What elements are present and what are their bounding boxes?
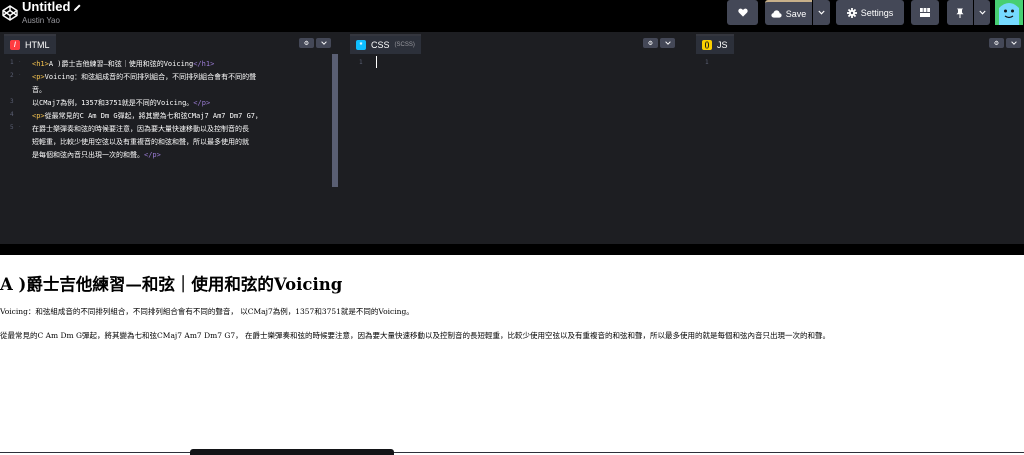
layout-icon	[920, 8, 930, 17]
js-editor-panel: () JS ⚙ 1	[694, 32, 1024, 244]
html-tab-bar: / HTML ⚙	[0, 32, 340, 54]
code-line: <p>從最常見的C Am Dm G彈起，將其變為七和弦CMaj7 Am7 Dm7…	[32, 112, 263, 120]
preview-heading: A )爵士吉他練習—和弦｜使用和弦的Voicing	[0, 275, 343, 294]
chevron-down-icon	[320, 41, 327, 45]
code-line: 短輕重，比較少使用空弦以及有重複音的和弦和聲，所以最多使用的就	[32, 138, 249, 146]
code-line: <h1>A )爵士吉他練習—和弦｜使用和弦的Voicing</h1>	[32, 60, 215, 68]
pen-title-text[interactable]: Untitled	[22, 0, 70, 14]
save-label: Save	[785, 8, 807, 19]
code-line: 是每個和弦內音只出現一次的和聲。</p>	[32, 151, 161, 159]
change-view-button[interactable]	[911, 0, 939, 25]
cloud-icon	[771, 9, 782, 18]
code-line: <p>Voicing：和弦組成音的不同排列組合，不同排列組合會有不同的聲	[32, 73, 257, 81]
html-lang-icon: /	[10, 40, 20, 50]
html-gutter: 1 · 2 · 3 4 5 ·	[0, 54, 28, 244]
css-settings-icon[interactable]: ⚙	[643, 38, 658, 48]
pen-title[interactable]: Untitled	[22, 0, 82, 14]
footer-divider	[0, 452, 1024, 453]
editor-area: / HTML ⚙ 1 · 2 · 3 4 5 · <h1>A )爵士吉他練習—和…	[0, 32, 1024, 244]
line-number: 3	[10, 98, 14, 105]
html-code: <h1>A )爵士吉他練習—和弦｜使用和弦的Voicing</h1> <p>Vo…	[32, 58, 328, 162]
chevron-down-icon	[664, 41, 671, 45]
html-code-editor[interactable]: 1 · 2 · 3 4 5 · <h1>A )爵士吉他練習—和弦｜使用和弦的Vo…	[0, 54, 340, 244]
fold-dot: ·	[19, 72, 21, 78]
chevron-down-icon	[978, 10, 986, 15]
fold-dot: ·	[19, 59, 21, 65]
line-number: 4	[10, 111, 14, 118]
avatar[interactable]	[995, 0, 1023, 25]
html-settings-icon[interactable]: ⚙	[299, 38, 314, 48]
tab-css-label: CSS	[371, 40, 390, 50]
tab-css[interactable]: * CSS (SCSS)	[350, 34, 421, 54]
heart-icon	[737, 8, 748, 17]
html-options-icon[interactable]	[316, 38, 331, 48]
tab-css-sub: (SCSS)	[394, 42, 415, 48]
pin-button[interactable]	[947, 0, 973, 25]
gear-icon	[846, 7, 857, 18]
css-code-editor[interactable]: 1	[348, 54, 685, 244]
js-tab-bar: () JS ⚙	[694, 32, 1024, 54]
settings-label: Settings	[860, 7, 894, 18]
chevron-down-icon	[1010, 41, 1017, 45]
pen-title-area: Untitled Austin Yao	[22, 0, 82, 27]
codepen-logo-icon[interactable]	[0, 3, 20, 23]
pin-options-button[interactable]	[974, 0, 990, 25]
js-code-editor[interactable]: 1	[694, 54, 1024, 244]
author-name[interactable]: Austin Yao	[22, 15, 82, 27]
preview-paragraph-2: 從最常見的C Am Dm G彈起，將其變為七和弦CMaj7 Am7 Dm7 G7…	[0, 331, 831, 340]
code-line: 以CMaj7為例，1357和3751就是不同的Voicing。</p>	[32, 99, 211, 107]
js-lang-icon: ()	[702, 40, 712, 50]
preview-pane: A )爵士吉他練習—和弦｜使用和弦的Voicing Voicing：和弦組成音的…	[0, 255, 1024, 455]
save-button[interactable]: Save	[765, 0, 812, 25]
html-editor-panel: / HTML ⚙ 1 · 2 · 3 4 5 · <h1>A )爵士吉他練習—和…	[0, 32, 340, 244]
fold-dot: ·	[19, 124, 21, 130]
resize-divider[interactable]	[0, 244, 1024, 255]
chevron-down-icon	[818, 10, 825, 15]
css-tab-bar: * CSS (SCSS) ⚙	[348, 32, 685, 54]
tab-js[interactable]: () JS	[696, 34, 734, 54]
preview-paragraph-1: Voicing：和弦組成音的不同排列組合，不同排列組合會有不同的聲音， 以CMa…	[0, 307, 414, 316]
tab-js-label: JS	[717, 40, 728, 50]
code-line: 音。	[32, 86, 46, 94]
html-scrollbar[interactable]	[332, 54, 338, 187]
line-number: 1	[10, 59, 14, 66]
save-options-button[interactable]	[813, 0, 830, 25]
tab-html-label: HTML	[25, 40, 50, 50]
heart-button[interactable]	[727, 0, 758, 25]
pencil-icon[interactable]	[73, 3, 82, 12]
js-settings-icon[interactable]: ⚙	[989, 38, 1004, 48]
line-number: 2	[10, 72, 14, 79]
header-bar: Untitled Austin Yao Save Settings	[0, 0, 1024, 32]
pin-icon	[956, 8, 964, 18]
js-options-icon[interactable]	[1006, 38, 1021, 48]
tab-html[interactable]: / HTML	[4, 34, 56, 54]
settings-button[interactable]: Settings	[836, 0, 904, 25]
css-options-icon[interactable]	[660, 38, 675, 48]
line-number: 1	[705, 59, 709, 66]
code-line: 在爵士樂彈奏和弦的時候要注意，因為要大量快速移動以及控制音的長	[32, 125, 249, 133]
css-lang-icon: *	[356, 40, 366, 50]
text-cursor	[376, 56, 377, 68]
line-number: 1	[359, 59, 363, 66]
footer-bar	[190, 449, 394, 455]
line-number: 5	[10, 124, 14, 131]
css-editor-panel: * CSS (SCSS) ⚙ 1	[348, 32, 685, 244]
